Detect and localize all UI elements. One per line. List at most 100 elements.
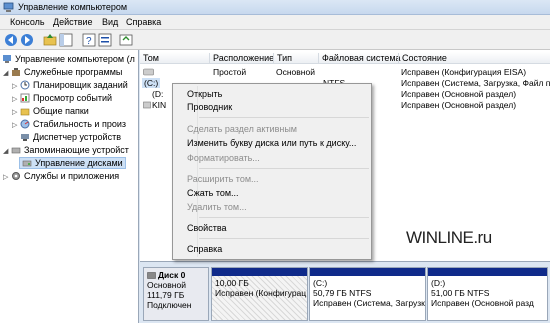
menu-console[interactable]: Консоль <box>10 17 45 27</box>
tree-item-label: Стабильность и произ <box>33 119 127 129</box>
computer-management-icon <box>3 2 14 12</box>
shared-folders-icon <box>20 108 30 116</box>
volume-list-header: Том Расположение Тип Файловая система Со… <box>140 52 550 64</box>
cell-volume: (C:) <box>142 78 161 88</box>
menu-separator <box>199 238 369 239</box>
cell-layout: Простой <box>213 67 247 77</box>
partition-size: 10,00 ГБ <box>215 278 249 288</box>
tree-item-event-viewer[interactable]: ▷ Просмотр событий <box>12 93 112 105</box>
menu-item-shrink-volume[interactable]: Сжать том... <box>187 188 239 198</box>
tree-item-label: Запоминающие устройст <box>24 145 129 155</box>
tree-item-label: Службы и приложения <box>24 171 120 181</box>
column-header-type[interactable]: Тип <box>273 53 292 64</box>
collapse-arrow-icon[interactable]: ◢ <box>3 69 11 77</box>
menu-bar: Консоль Действие Вид Справка <box>0 15 550 30</box>
volume-icon <box>143 68 154 76</box>
partition-body: 10,00 ГБ Исправен (Конфигурац <box>212 276 307 320</box>
menu-item-properties[interactable]: Свойства <box>187 223 227 233</box>
disk-size: 111,79 ГБ <box>147 290 185 300</box>
partition-reserved[interactable]: 10,00 ГБ Исправен (Конфигурац <box>211 267 308 321</box>
partition-name: (D:) <box>431 278 446 288</box>
expand-arrow-icon[interactable]: ▷ <box>12 82 20 90</box>
partition-c[interactable]: (C:) 50,79 ГБ NTFS Исправен (Система, За… <box>309 267 426 321</box>
volume-icon <box>143 101 151 109</box>
tree-item-shared-folders[interactable]: ▷ Общие папки <box>12 106 89 118</box>
cell-status: Исправен (Основной раздел) <box>401 89 517 99</box>
tools-icon <box>12 68 20 76</box>
tree-item-system-tools[interactable]: ◢ Служебные программы <box>3 67 122 79</box>
partition-status: Исправен (Конфигурац <box>215 288 307 298</box>
menu-item-delete-volume: Удалить том... <box>187 202 247 212</box>
cell-status: Исправен (Основной раздел) <box>401 100 517 110</box>
tree-item-storage[interactable]: ◢ Запоминающие устройст <box>3 145 129 157</box>
menu-help[interactable]: Справка <box>126 17 161 27</box>
tree-root[interactable]: Управление компьютером (л <box>2 54 135 66</box>
tree-item-label: Просмотр событий <box>33 93 113 103</box>
export-icon[interactable] <box>119 33 133 47</box>
partition-name: (C:) <box>313 278 328 288</box>
cell-status: Исправен (Система, Загрузка, Файл по <box>401 78 550 88</box>
menu-item-explorer[interactable]: Проводник <box>187 102 232 112</box>
column-header-volume[interactable]: Том <box>140 53 159 64</box>
disk-management-icon <box>22 160 32 167</box>
watermark-text: WINLINE.ru <box>406 228 492 247</box>
cell-status: Исправен (Конфигурация EISA) <box>401 67 527 77</box>
event-viewer-icon <box>20 93 30 103</box>
tree-item-performance[interactable]: ▷ Стабильность и произ <box>12 119 126 131</box>
menu-item-open[interactable]: Открыть <box>187 89 222 99</box>
collapse-arrow-icon[interactable]: ◢ <box>3 147 11 155</box>
partition-body: (C:) 50,79 ГБ NTFS Исправен (Система, За… <box>310 276 425 310</box>
menu-item-change-drive-letter[interactable]: Изменить букву диска или путь к диску... <box>187 138 356 148</box>
properties-icon[interactable] <box>98 33 112 47</box>
performance-icon <box>20 119 30 129</box>
menu-item-mark-active: Сделать раздел активным <box>187 124 297 134</box>
partition-status: Исправен (Система, Загрузк <box>313 298 425 308</box>
services-icon <box>12 172 20 180</box>
table-row[interactable]: Простой Основной Исправен (Конфигурация … <box>140 67 550 78</box>
context-menu: Открыть Проводник Сделать раздел активны… <box>172 83 372 260</box>
svg-text:?: ? <box>86 36 92 47</box>
menu-view[interactable]: Вид <box>102 17 118 27</box>
tree-item-disk-management[interactable]: Управление дисками <box>19 157 126 169</box>
partition-size: 51,00 ГБ NTFS <box>431 288 490 298</box>
menu-item-extend-volume: Расширить том... <box>187 174 259 184</box>
expand-arrow-icon[interactable]: ▷ <box>3 173 11 181</box>
tree-item-label: Общие папки <box>33 106 89 116</box>
partition-size: 50,79 ГБ NTFS <box>313 288 372 298</box>
computer-management-icon <box>3 55 11 63</box>
expand-arrow-icon[interactable]: ▷ <box>12 121 20 129</box>
tree-item-device-manager[interactable]: Диспетчер устройств <box>20 132 121 144</box>
disk-name: Диск 0 <box>147 270 205 280</box>
cell-type: Основной <box>276 67 315 77</box>
device-manager-icon <box>21 134 29 141</box>
expand-arrow-icon[interactable]: ▷ <box>12 95 20 103</box>
tree-item-task-scheduler[interactable]: ▷ Планировщик заданий <box>12 80 128 92</box>
disk-state: Подключен <box>147 300 192 310</box>
scheduler-icon <box>20 80 30 90</box>
column-header-layout[interactable]: Расположение <box>209 53 274 64</box>
column-header-status[interactable]: Состояние <box>398 53 447 64</box>
menu-action[interactable]: Действие <box>53 17 93 27</box>
toolbar: ? <box>0 30 550 50</box>
tree-root-label: Управление компьютером (л <box>15 54 135 64</box>
menu-separator <box>199 117 369 118</box>
help-icon[interactable]: ? <box>82 33 96 47</box>
expand-arrow-icon[interactable]: ▷ <box>12 108 20 116</box>
menu-item-help[interactable]: Справка <box>187 244 222 254</box>
tree-item-services[interactable]: ▷ Службы и приложения <box>3 171 119 183</box>
disk-kind: Основной <box>147 280 186 290</box>
tree-item-label: Управление дисками <box>35 158 123 168</box>
partition-d[interactable]: (D:) 51,00 ГБ NTFS Исправен (Основной ра… <box>427 267 548 321</box>
tree-item-label: Диспетчер устройств <box>33 132 121 142</box>
disk-info-box[interactable]: Диск 0 Основной 111,79 ГБ Подключен <box>143 267 209 321</box>
storage-icon <box>11 147 21 154</box>
back-icon[interactable] <box>4 33 18 47</box>
forward-icon[interactable] <box>20 33 34 47</box>
show-tree-icon[interactable] <box>59 33 73 47</box>
cell-volume: (D: <box>152 89 164 99</box>
disk-icon <box>147 272 156 279</box>
navigation-tree: Управление компьютером (л ◢ Служебные про… <box>0 50 139 323</box>
column-header-filesystem[interactable]: Файловая система <box>318 53 401 64</box>
up-folder-icon[interactable] <box>43 33 57 47</box>
partition-status: Исправен (Основной разд <box>431 298 534 308</box>
